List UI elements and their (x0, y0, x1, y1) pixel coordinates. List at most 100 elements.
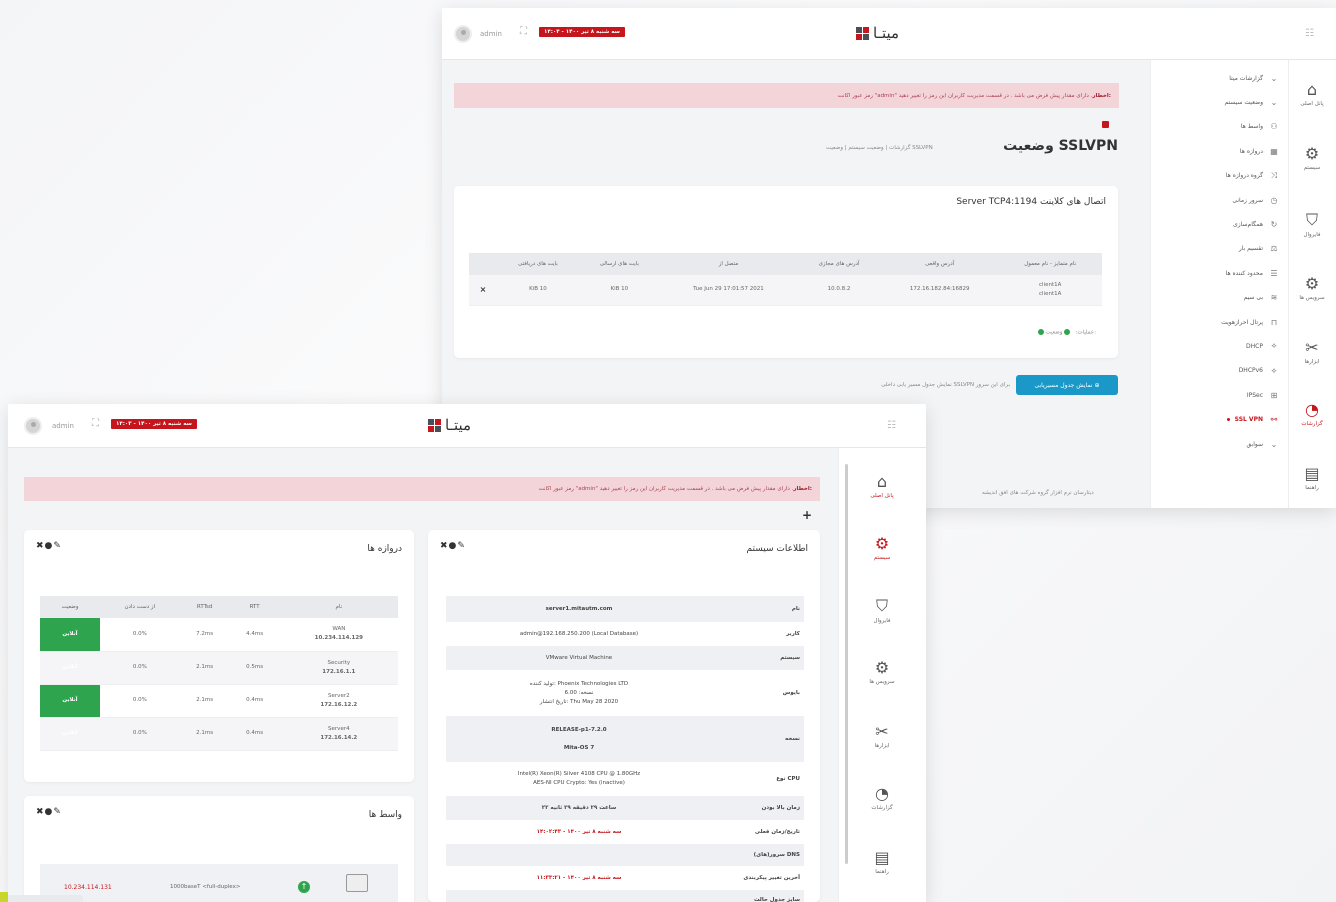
rail-firewall[interactable]: ⛉ فایروال (1288, 210, 1336, 238)
portal-icon: ⊓ (1270, 317, 1278, 327)
menu-item-load-balance[interactable]: تقسیم بار ⚖ (1162, 237, 1280, 261)
col-action (469, 253, 497, 275)
menu-toggle-icon[interactable]: ☷ (887, 420, 896, 431)
col-rtt: RTT (229, 596, 280, 618)
top-bar: admin ⛶ سه شنبه ۸ تیر ۱۴۰۰ - ۱۴:۰۳ میتـا… (8, 404, 926, 448)
wifi-icon: ≋ (1270, 293, 1278, 303)
menu-item-wireless[interactable]: بی سیم ≋ (1162, 286, 1280, 310)
rail-firewall[interactable]: ⛉ فایروال (858, 596, 906, 624)
col-name: نام (279, 596, 398, 618)
fullscreen-icon[interactable]: ⛶ (520, 26, 527, 37)
ops-label: عملیات: (1075, 329, 1095, 336)
status-badge: آنلاین (40, 618, 100, 652)
menu-item-gateways[interactable]: دروازه ها ▦ (1162, 139, 1280, 163)
rail-help[interactable]: ▤ راهنما (1288, 464, 1336, 491)
user-name[interactable]: admin (52, 422, 74, 430)
list-item: سرور(های) DNS (446, 844, 804, 866)
dhcpv6-icon: ⟡ (1271, 365, 1277, 375)
menu-item-ipsec[interactable]: IPSec ⊞ (1162, 383, 1280, 407)
table-row: آنلاین 0.0% 2.1ms 0.5ms Security 172.16.1… (40, 651, 398, 685)
menu-toggle-icon[interactable]: ☷ (1305, 28, 1314, 39)
col-connected-since: متصل از (659, 253, 798, 275)
icon-rail: ⌂ پانل اصلی ⚙ سیستم ⛉ فایروال ⚙ سرویس ها ✂ اب… (838, 448, 926, 902)
menu-item-gateway-groups[interactable]: گروه دروازه ها ⤨ (1162, 164, 1280, 188)
alert-label: اخطار: (793, 486, 812, 492)
rail-system[interactable]: ⚙ سیستم (858, 534, 906, 561)
menu-item-interfaces[interactable]: واسط ها ⚇ (1162, 115, 1280, 139)
table-row: آنلاین 0.0% 2.1ms 0.4ms Server2 172.16.12… (40, 684, 398, 718)
col-virtual-address: آدرس های مجازی (797, 253, 881, 275)
top-bar: admin ⛶ سه شنبه ۸ تیر ۱۴۰۰ - ۱۴:۰۴ میتـا… (442, 8, 1336, 60)
cell-connected-since: Tue Jun 29 17:01:57 2021 (659, 275, 798, 306)
cell-common-name: client1A client1A (998, 275, 1102, 306)
status-legend: عملیات: وضعیت: (1037, 329, 1096, 336)
rail-tools[interactable]: ✂ ابزارها (1288, 338, 1336, 365)
table-row: × KiB 10 KiB 10 Tue Jun 29 17:01:57 2021… (469, 275, 1102, 306)
mita-logo[interactable]: میتـا (428, 416, 471, 434)
menu-item-dhcp[interactable]: DHCP ⟡ (1162, 334, 1280, 358)
interface-media: 1000baseT <full-duplex> (170, 884, 241, 890)
shuffle-icon: ⤨ (1270, 170, 1278, 180)
menu-item-sslvpn[interactable]: SSL VPN ⚯ (1162, 407, 1280, 431)
scrollbar[interactable] (845, 464, 848, 864)
widget-controls[interactable]: ✖●✎ (36, 541, 62, 551)
routing-table-button[interactable]: نمایش جدول مسیریابی ⊕ (1016, 375, 1118, 395)
col-common-name: نام متمایز - نام معمول (998, 253, 1102, 275)
menu-item-sync[interactable]: همگام‌سازی ↻ (1162, 212, 1280, 236)
user-name[interactable]: admin (480, 30, 502, 38)
rail-services[interactable]: ⚙ سرویس ها (1288, 274, 1336, 301)
menu-item-ntp[interactable]: سرور زمانی ◷ (1162, 188, 1280, 212)
avatar[interactable] (454, 25, 472, 43)
dhcp-icon: ⟡ (1271, 341, 1277, 351)
date-badge: سه شنبه ۸ تیر ۱۴۰۰ - ۱۴:۰۳ (111, 419, 197, 429)
fullscreen-icon[interactable]: ⛶ (92, 418, 99, 429)
default-password-alert: رمز عبور اکانت "admin" دارای مقدار پیش ف… (24, 477, 820, 501)
cell-sent: KiB 10 (578, 275, 660, 306)
avatar[interactable] (24, 417, 42, 435)
menu-item-mita-reports[interactable]: گزارشات میتا ⌄ (1162, 66, 1280, 90)
list-item: RELEASE-p1-7.2.0 Mita-OS 7 نسخه (446, 716, 804, 762)
add-widget-button[interactable]: + (802, 508, 812, 522)
rail-reports[interactable]: ◔ گزارشات (1288, 400, 1336, 427)
card-title: واسط ها (368, 810, 402, 820)
dashboard-window: admin ⛶ سه شنبه ۸ تیر ۱۴۰۰ - ۱۴:۰۳ میتـا… (8, 404, 926, 902)
status-badge: آنلاین (40, 684, 100, 718)
list-item: Intel(R) Xeon(R) Silver 4108 CPU @ 1.80G… (517, 771, 800, 786)
client-table: بایت های دریافتی بایت های ارسالی متصل از… (469, 253, 1102, 306)
gear-icon: ⚙ (874, 534, 890, 553)
menu-item-logs[interactable]: سوابق ⌄ (1162, 432, 1280, 456)
menu-item-captive-portal[interactable]: پرتال احرازهویت ⊓ (1162, 310, 1280, 334)
disconnect-button[interactable]: × (469, 275, 497, 306)
client-connections-card: Server TCP4:1194 اتصال های کلاینت بایت ه… (454, 186, 1118, 358)
col-loss: از دست دادن (100, 596, 180, 618)
card-title: دروازه ها (367, 544, 402, 554)
tools-icon: ✂ (1305, 338, 1319, 357)
rail-tools[interactable]: ✂ ابزارها (858, 722, 906, 749)
list-item: سه شنبه ۸ تیر ۱۴۰۰ - ۱۴:۰۲:۴۳ تاریخ/زمان … (536, 828, 800, 835)
alert-text: رمز عبور اکانت "admin" دارای مقدار پیش ف… (837, 92, 1093, 99)
menu-item-dhcpv6[interactable]: DHCPv6 ⟡ (1162, 359, 1280, 383)
widget-controls[interactable]: ✖●✎ (440, 541, 466, 551)
rail-system[interactable]: ⚙ سیستم (1288, 144, 1336, 171)
rail-services[interactable]: ⚙ سرویس ها (858, 658, 906, 685)
widget-controls[interactable]: ✖●✎ (36, 807, 62, 817)
gateways-table: وضعیت از دست دادن RTTsd RTT نام آنلاین 0… (40, 596, 398, 751)
logo-mark-icon (428, 418, 441, 432)
shield-icon: ⛉ (1305, 210, 1318, 229)
bookmark-icon[interactable] (1102, 121, 1109, 128)
rail-dashboard[interactable]: ⌂ پانل اصلی (1288, 80, 1336, 107)
mita-logo[interactable]: میتـا (856, 24, 899, 42)
menu-item-system-status[interactable]: وضعیت سیستم ⌄ (1162, 90, 1280, 114)
menu-item-limiters[interactable]: محدود کننده ها ☰ (1162, 261, 1280, 285)
interface-ip: 10.234.114.131 (64, 884, 112, 891)
rail-reports[interactable]: ◔ گزارشات (858, 784, 906, 811)
breadcrumb[interactable]: گزارشات | وضعیت سیستم | وضعیت SSLVPN (826, 145, 933, 151)
sidebar: گزارشات میتا ⌄ وضعیت سیستم ⌄ واسط ها ⚇ دروا… (1150, 60, 1336, 508)
pie-chart-icon: ◔ (875, 784, 889, 803)
rail-dashboard[interactable]: ⌂ پانل اصلی (858, 472, 906, 499)
rail-help[interactable]: ▤ راهنما (858, 848, 906, 875)
col-real-address: آدرس واقعی (880, 253, 999, 275)
balance-icon: ⚖ (1270, 244, 1278, 254)
default-password-alert: رمز عبور اکانت "admin" دارای مقدار پیش ف… (454, 83, 1119, 108)
page-title: وضعیت SSLVPN (1003, 138, 1118, 154)
